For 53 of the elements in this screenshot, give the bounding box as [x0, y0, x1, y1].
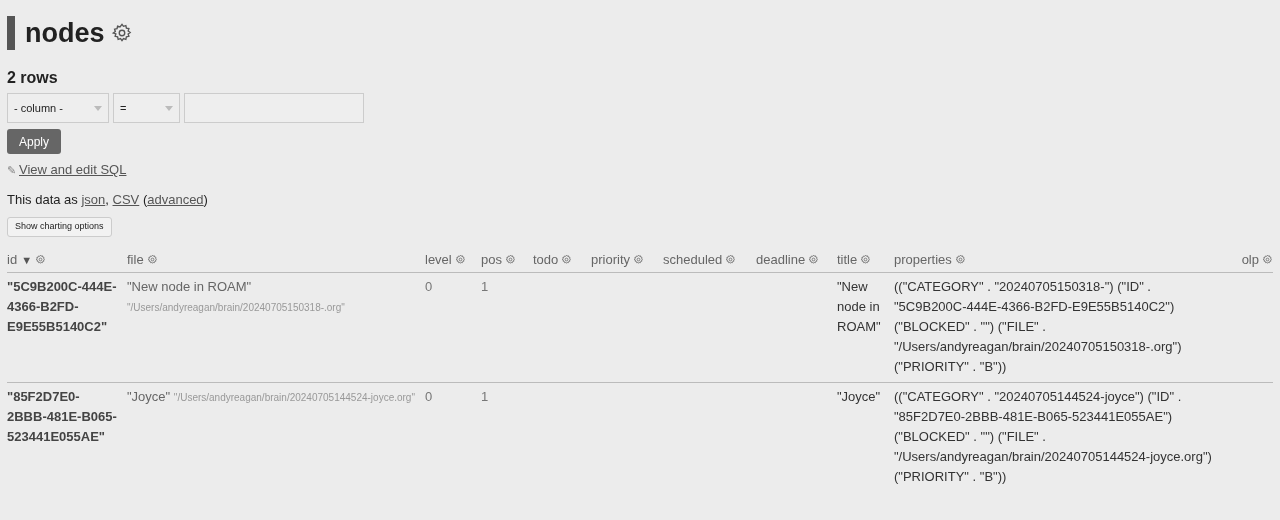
settings-icon[interactable]	[35, 254, 46, 265]
settings-icon[interactable]	[110, 22, 133, 44]
heading-bar	[7, 16, 15, 50]
column-header[interactable]: id	[7, 252, 18, 267]
table-cell-text: (("CATEGORY" . "20240705144524-joyce") ("ID" . "85F2D7E0-2BBB-481E-B065-523441E055AE") ("BLOCKED" . "") ("FILE" . "/Users/andyreagan/brain/20240705144524-joyce.org") ("PRIORITY" . "B"))	[894, 388, 1213, 486]
column-header[interactable]: todo	[533, 252, 559, 267]
settings-icon[interactable]	[1262, 254, 1273, 265]
settings-icon[interactable]	[454, 254, 466, 265]
table-cell[interactable]: "85F2D7E0-2BBB-481E-B065-523441E055AE"	[7, 387, 117, 447]
export-link[interactable]: advanced	[147, 192, 204, 207]
view-sql-link[interactable]: View and edit SQL	[19, 161, 127, 179]
filter-value-field[interactable]	[184, 93, 364, 123]
settings-icon[interactable]	[561, 254, 573, 265]
column-header[interactable]: scheduled	[663, 252, 723, 267]
settings-icon[interactable]	[808, 254, 820, 265]
table-cell: 0	[425, 389, 433, 404]
table-cell-text: "Joyce"	[837, 388, 882, 406]
sort-descending-icon[interactable]: ▼	[21, 254, 32, 266]
settings-icon[interactable]	[725, 254, 737, 265]
settings-icon[interactable]	[633, 254, 644, 265]
file-label: "New node in ROAM"	[127, 279, 252, 294]
caret-icon	[165, 105, 173, 111]
column-header[interactable]: olp	[1241, 252, 1259, 267]
file-path: "/Users/andyreagan/brain/20240705144524-joyce.org"	[173, 392, 415, 403]
settings-icon[interactable]	[504, 254, 516, 265]
table-cell[interactable]: "5C9B200C-444E-4366-B2FD-E9E55B5140C2"	[7, 277, 117, 337]
pencil-icon: ✎	[7, 161, 16, 179]
column-header[interactable]: properties	[894, 252, 952, 267]
settings-icon[interactable]	[146, 254, 158, 265]
table-cell-text: (("CATEGORY" . "20240705150318-") ("ID" . "5C9B200C-444E-4366-B2FD-E9E55B5140C2") ("BLOCKED" . "") ("FILE" . "/Users/andyreagan/brain/20240705150318-.org") ("PRIORITY" . "B"))	[894, 278, 1183, 376]
table-cell: 0	[425, 279, 433, 294]
column-header[interactable]: title	[837, 252, 858, 267]
column-header[interactable]: pos	[481, 252, 502, 267]
column-header[interactable]: priority	[591, 252, 630, 267]
column-header[interactable]: deadline	[756, 252, 806, 267]
column-header[interactable]: level	[425, 252, 452, 267]
show-charting-button[interactable]: Show charting options	[7, 217, 112, 237]
settings-icon[interactable]	[860, 254, 872, 265]
file-label: "Joyce"	[127, 389, 171, 404]
export-link[interactable]: CSV	[112, 192, 140, 207]
row-count: 2 rows	[7, 68, 59, 88]
column-header[interactable]: file	[127, 252, 144, 267]
page-title: nodes	[25, 19, 105, 47]
table-cell: 1	[481, 389, 489, 404]
file-path: "/Users/andyreagan/brain/20240705150318-.org"	[127, 302, 345, 313]
table-cell-text: "New node in ROAM"	[837, 278, 882, 336]
operator-select[interactable]: =	[113, 93, 180, 123]
settings-icon[interactable]	[954, 254, 966, 265]
export-sentence: This data as json, CSV (advanced)	[7, 191, 209, 209]
table-cell: 1	[481, 279, 489, 294]
column-select[interactable]: - column -	[7, 93, 109, 123]
apply-button[interactable]: Apply	[7, 129, 62, 154]
caret-icon	[94, 105, 102, 111]
